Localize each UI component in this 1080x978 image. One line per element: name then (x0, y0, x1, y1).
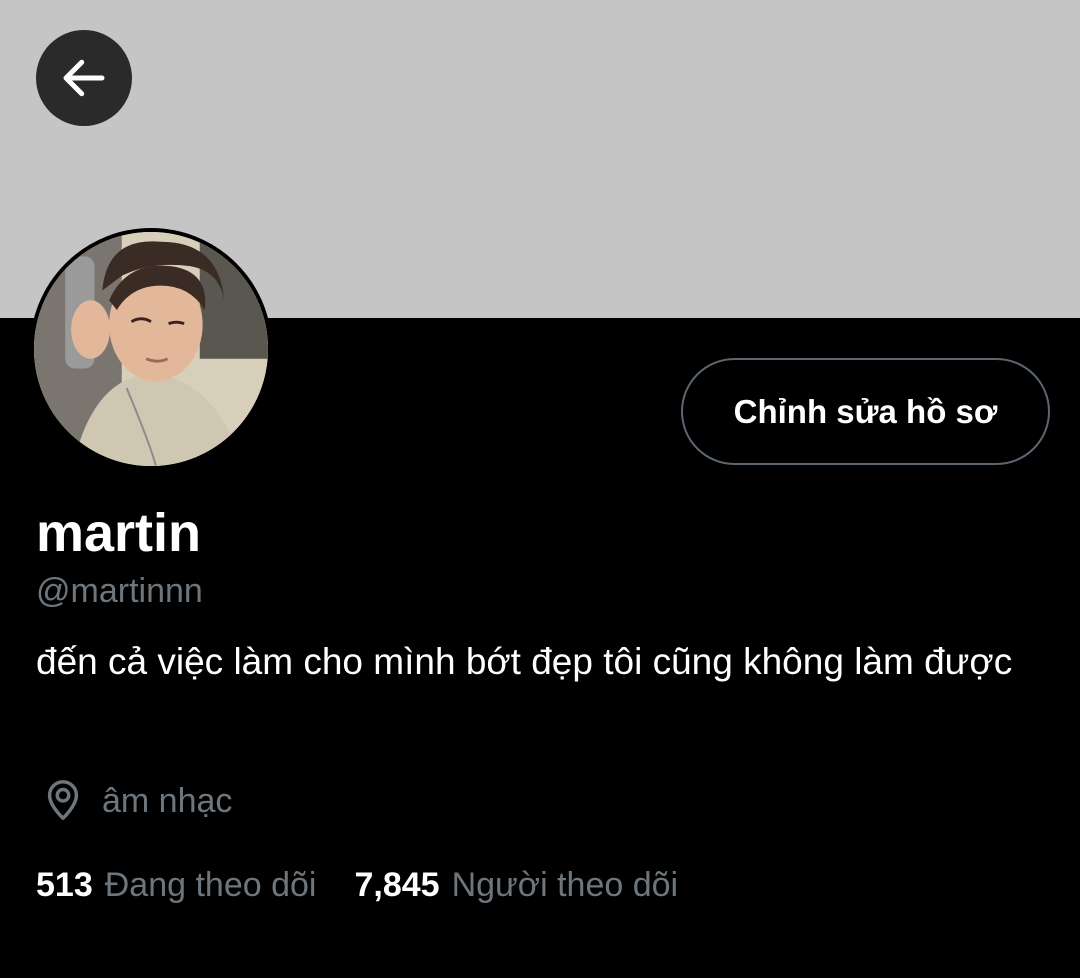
followers-stat[interactable]: 7,845 Người theo dõi (354, 866, 678, 905)
username-handle: @martinnn (36, 572, 203, 610)
profile-bio: đến cả việc làm cho mình bớt đẹp tôi cũn… (36, 641, 1013, 682)
display-name: martin (36, 503, 202, 563)
edit-profile-button[interactable]: Chỉnh sửa hồ sơ (681, 358, 1050, 465)
following-count: 513 (36, 866, 93, 904)
followers-label: Người theo dõi (451, 866, 679, 904)
location-pin-icon (47, 780, 79, 820)
followers-count: 7,845 (354, 866, 440, 904)
arrow-left-icon (63, 59, 105, 97)
profile-photo (34, 232, 268, 466)
location-text: âm nhạc (102, 781, 233, 820)
avatar[interactable] (30, 228, 272, 470)
back-button[interactable] (36, 30, 132, 126)
following-stat[interactable]: 513 Đang theo dõi (36, 866, 316, 905)
profile-location: âm nhạc (40, 778, 232, 824)
following-label: Đang theo dõi (104, 866, 317, 904)
follow-stats: 513 Đang theo dõi 7,845 Người theo dõi (36, 866, 678, 905)
